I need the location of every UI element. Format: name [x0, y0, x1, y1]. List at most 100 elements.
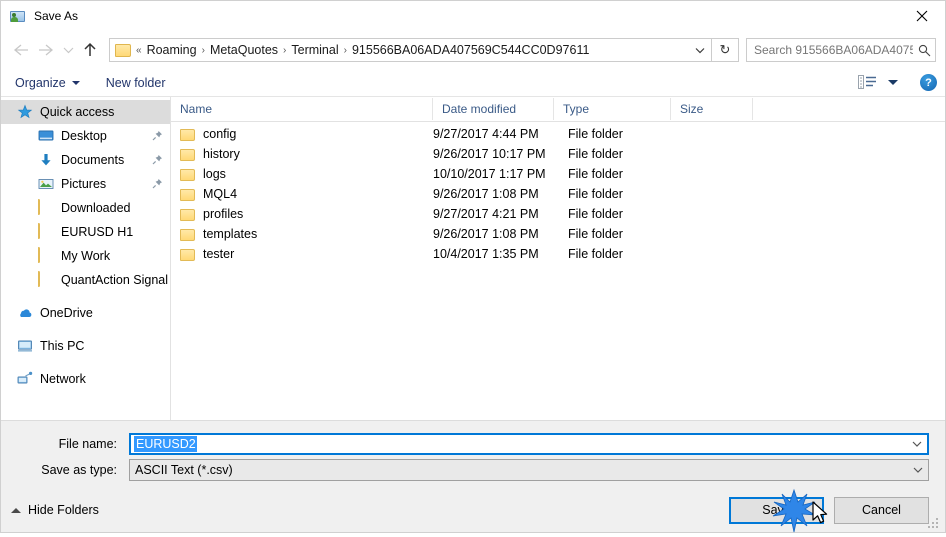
file-name-input[interactable]: EURUSD2 [129, 433, 929, 455]
folder-icon [180, 229, 195, 241]
help-icon[interactable]: ? [920, 74, 937, 91]
file-list-pane: Name Date modified Type Size config 9/27… [171, 97, 945, 420]
sidebar-item-this-pc[interactable]: This PC [1, 334, 170, 358]
file-type-cell: File folder [568, 227, 623, 241]
save-as-dialog: Save As « Roaming › MetaQuotes › Termina… [0, 0, 946, 533]
recent-locations-button[interactable] [59, 37, 77, 63]
file-name-cell[interactable]: config [171, 127, 433, 141]
address-bar[interactable]: « Roaming › MetaQuotes › Terminal › 9155… [109, 38, 739, 62]
view-layout-icon[interactable] [856, 74, 878, 92]
breadcrumb-segment-terminal-id[interactable]: 915566BA06ADA407569C544CC0D97611 [348, 43, 593, 57]
file-date-cell: 9/27/2017 4:21 PM [433, 207, 539, 221]
desktop-icon [38, 128, 54, 144]
file-name-cell[interactable]: history [171, 147, 433, 161]
file-type-cell: File folder [568, 187, 623, 201]
sort-ascending-icon [299, 97, 308, 102]
cancel-button[interactable]: Cancel [834, 496, 929, 524]
pin-icon[interactable] [152, 130, 164, 142]
up-button[interactable] [77, 37, 103, 63]
table-row[interactable]: templates 9/26/2017 1:08 PM File folder [171, 224, 945, 244]
folder-icon [180, 129, 195, 141]
file-type-cell: File folder [568, 247, 623, 261]
file-name-label: profiles [203, 207, 244, 221]
sidebar-item-label: Network [40, 372, 86, 386]
toolbar-right-group: ? [856, 74, 937, 92]
file-date-cell: 9/27/2017 4:44 PM [433, 127, 539, 141]
sidebar-item-eurusd-h1[interactable]: EURUSD H1 [1, 220, 170, 244]
breadcrumb-segment-terminal[interactable]: Terminal [287, 43, 342, 57]
file-name-cell[interactable]: tester [171, 247, 433, 261]
close-button[interactable] [899, 1, 945, 31]
file-date-cell: 10/10/2017 1:17 PM [433, 167, 546, 181]
save-as-type-row: Save as type: ASCII Text (*.csv) [17, 459, 929, 481]
file-date-cell: 9/26/2017 1:08 PM [433, 227, 539, 241]
resize-grip[interactable] [928, 516, 941, 529]
sidebar-item-my-work[interactable]: My Work [1, 244, 170, 268]
save-form: File name: EURUSD2 Save as type: ASCII T… [1, 420, 945, 488]
table-row[interactable]: MQL4 9/26/2017 1:08 PM File folder [171, 184, 945, 204]
sidebar-item-network[interactable]: Network [1, 367, 170, 391]
save-button[interactable]: Save [729, 496, 824, 524]
file-name-cell[interactable]: logs [171, 167, 433, 181]
table-row[interactable]: logs 10/10/2017 1:17 PM File folder [171, 164, 945, 184]
documents-icon [38, 152, 54, 168]
pin-icon[interactable] [152, 178, 164, 190]
refresh-icon[interactable]: ↻ [711, 38, 738, 62]
forward-button[interactable] [33, 37, 59, 63]
folder-icon [180, 249, 195, 261]
file-name-row: File name: EURUSD2 [17, 433, 929, 455]
folder-icon [38, 199, 54, 216]
table-row[interactable]: tester 10/4/2017 1:35 PM File folder [171, 244, 945, 264]
chevron-down-icon [71, 80, 80, 85]
folder-icon [38, 247, 54, 264]
address-overflow-icon[interactable]: « [135, 45, 143, 56]
file-name-cell[interactable]: templates [171, 227, 433, 241]
star-icon [17, 104, 33, 120]
file-rows: config 9/27/2017 4:44 PM File folder his… [171, 122, 945, 420]
address-dropdown-icon[interactable] [689, 47, 711, 54]
sidebar-item-downloaded[interactable]: Downloaded [1, 196, 170, 220]
window-title: Save As [34, 9, 79, 23]
hide-folders-button[interactable]: Hide Folders [11, 503, 99, 517]
title-bar: Save As [1, 1, 945, 31]
search-input[interactable]: Search 915566BA06ADA40756... [747, 43, 913, 57]
sidebar-item-quick-access[interactable]: Quick access [1, 100, 170, 124]
sidebar-divider [1, 292, 170, 301]
table-row[interactable]: profiles 9/27/2017 4:21 PM File folder [171, 204, 945, 224]
breadcrumb-segment-metaquotes[interactable]: MetaQuotes [206, 43, 282, 57]
file-name-label: templates [203, 227, 258, 241]
column-header-size[interactable]: Size [671, 98, 753, 120]
file-type-cell: File folder [568, 207, 623, 221]
sidebar-item-quantaction-signal[interactable]: QuantAction Signal [1, 268, 170, 292]
pin-icon[interactable] [152, 154, 164, 166]
sidebar-item-onedrive[interactable]: OneDrive [1, 301, 170, 325]
back-button[interactable] [7, 37, 33, 63]
column-header-type[interactable]: Type [554, 98, 671, 120]
folder-icon [180, 169, 195, 181]
sidebar-item-documents[interactable]: Documents [1, 148, 170, 172]
dialog-body: Quick access Desktop Documents Pictures … [1, 97, 945, 420]
view-dropdown-chevron-icon[interactable] [888, 80, 898, 85]
table-row[interactable]: config 9/27/2017 4:44 PM File folder [171, 124, 945, 144]
sidebar-item-pictures[interactable]: Pictures [1, 172, 170, 196]
chevron-down-icon[interactable] [907, 441, 927, 447]
new-folder-button[interactable]: New folder [106, 76, 166, 90]
chevron-up-icon [11, 507, 21, 513]
file-type-cell: File folder [568, 127, 623, 141]
file-name-cell[interactable]: profiles [171, 207, 433, 221]
sidebar-item-desktop[interactable]: Desktop [1, 124, 170, 148]
folder-icon [180, 189, 195, 201]
column-header-date-modified[interactable]: Date modified [433, 98, 554, 120]
chevron-down-icon[interactable] [908, 467, 928, 473]
folder-icon [38, 223, 54, 240]
file-name-cell[interactable]: MQL4 [171, 187, 433, 201]
table-row[interactable]: history 9/26/2017 10:17 PM File folder [171, 144, 945, 164]
organize-button[interactable]: Organize [15, 76, 80, 90]
save-as-type-select[interactable]: ASCII Text (*.csv) [129, 459, 929, 481]
search-box[interactable]: Search 915566BA06ADA40756... [746, 38, 936, 62]
file-name-value: EURUSD2 [134, 436, 197, 452]
file-type-cell: File folder [568, 167, 623, 181]
file-name-label: config [203, 127, 237, 141]
breadcrumb-segment-roaming[interactable]: Roaming [143, 43, 201, 57]
file-name-label: history [203, 147, 240, 161]
